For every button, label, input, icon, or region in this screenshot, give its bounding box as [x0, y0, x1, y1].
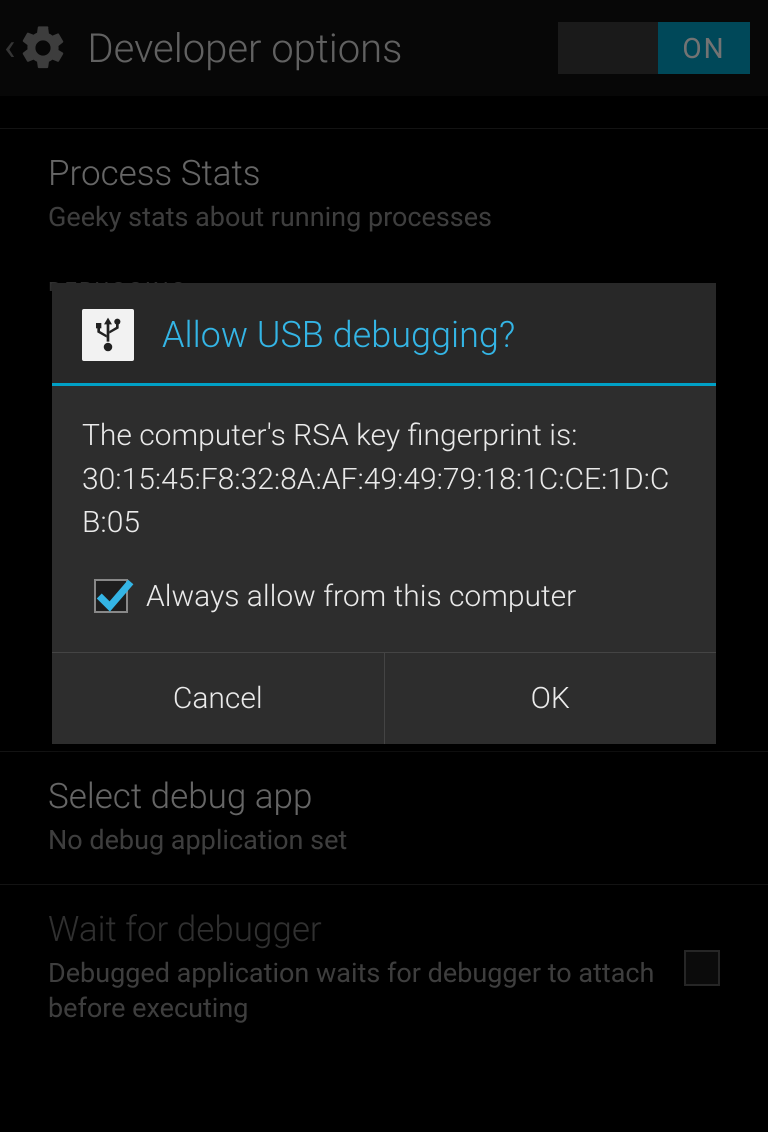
dialog-title: Allow USB debugging?: [162, 314, 515, 356]
dialog-message-line: The computer's RSA key fingerprint is:: [82, 414, 686, 458]
checkbox-label: Always allow from this computer: [146, 575, 576, 619]
dialog-body: The computer's RSA key fingerprint is: 3…: [52, 386, 716, 652]
dialog-header: Allow USB debugging?: [52, 283, 716, 386]
ok-button[interactable]: OK: [384, 653, 717, 744]
checkbox-icon[interactable]: [94, 579, 128, 613]
always-allow-row[interactable]: Always allow from this computer: [82, 575, 686, 619]
dialog-fingerprint: 30:15:45:F8:32:8A:AF:49:49:79:18:1C:CE:1…: [82, 458, 686, 545]
usb-debugging-dialog: Allow USB debugging? The computer's RSA …: [52, 283, 716, 744]
usb-icon: [82, 309, 134, 361]
dialog-button-bar: Cancel OK: [52, 652, 716, 744]
cancel-button[interactable]: Cancel: [52, 653, 384, 744]
